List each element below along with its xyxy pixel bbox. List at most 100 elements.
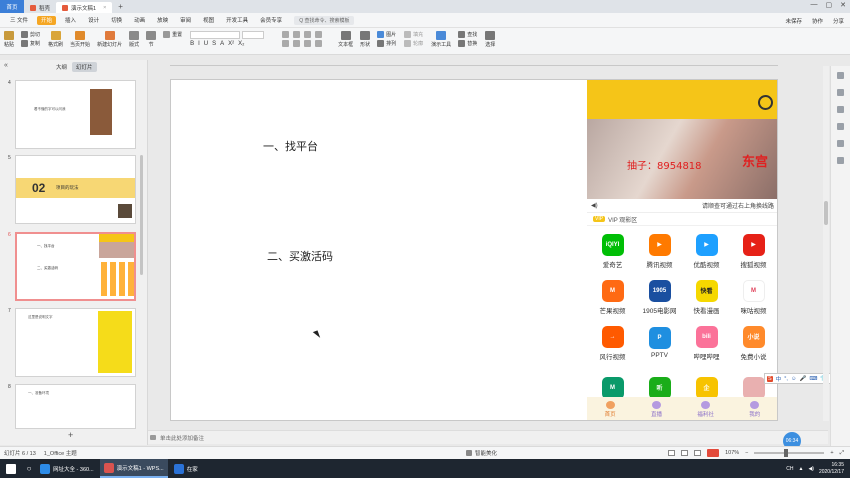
menu-tab-8[interactable]: 开发工具 [220, 13, 254, 28]
menu-tab-2[interactable]: 设计 [82, 13, 105, 28]
fill-button[interactable]: 填充 [404, 31, 423, 38]
phone-nav-item[interactable]: 直播 [651, 401, 662, 418]
lightbulb-icon[interactable] [837, 157, 844, 164]
justify-icon[interactable] [315, 40, 323, 47]
menu-tab-4[interactable]: 动画 [128, 13, 151, 28]
app-tile[interactable]: 小说 免费小说 [730, 320, 777, 366]
line-spacing-icon[interactable] [315, 31, 323, 38]
picture-button[interactable]: 图片 [377, 31, 396, 38]
menu-tab-7[interactable]: 视图 [197, 13, 220, 28]
menu-tab-5[interactable]: 放映 [151, 13, 174, 28]
app-tile[interactable]: ▶ 腾讯视频 [636, 228, 683, 274]
menu-tab-9[interactable]: 会员专享 [254, 13, 288, 28]
clock[interactable]: 16:35 2020/12/17 [819, 462, 844, 476]
play-from-current-button[interactable]: 当页开始 [70, 31, 90, 48]
tab-slides[interactable]: 幻灯片 [72, 62, 97, 72]
add-tab-button[interactable]: + [118, 2, 123, 11]
ime-item[interactable]: ☺ [791, 376, 797, 382]
sidebar-scrollbar[interactable] [140, 155, 143, 275]
network-icon[interactable]: ▲ [799, 466, 804, 472]
app-tile[interactable]: M 咪咕视频 [730, 274, 777, 320]
shape-style-icon[interactable] [837, 89, 844, 96]
taskbar-app[interactable]: 在家 [170, 459, 202, 478]
paste-button[interactable]: 粘贴 [4, 31, 14, 48]
underline-button[interactable]: U [204, 41, 208, 47]
phone-screenshot-image[interactable]: 抽子：8954818 东宫 ◀) 请顺查可通过右上角换线路 VIP VIP 观影… [587, 80, 777, 420]
arrange-button[interactable]: 排列 [377, 40, 396, 47]
font-family-select[interactable] [190, 31, 241, 39]
select-button[interactable]: 选择 [485, 31, 495, 48]
volume-icon[interactable]: ◀) [808, 466, 814, 472]
menu-tab-0[interactable]: 开始 [37, 15, 57, 25]
find-button[interactable]: 查找 [458, 31, 477, 38]
start-button[interactable] [0, 459, 22, 478]
slide-text-find-platform[interactable]: 一、找平台 [263, 138, 318, 154]
tab-outline[interactable]: 大纲 [52, 62, 71, 72]
slide-text-buy-code[interactable]: 二、买激活码 [267, 248, 333, 264]
layout-button[interactable]: 版式 [129, 31, 139, 48]
align-center-icon[interactable] [293, 40, 301, 47]
canvas-scrollbar[interactable] [823, 66, 829, 421]
zoom-slider[interactable] [754, 449, 825, 457]
tab-docer[interactable]: 稻壳 [24, 2, 56, 13]
textbox-button[interactable]: 文本框 [338, 31, 353, 48]
taskbar-app[interactable]: 演示文稿1 - WPS... [99, 459, 168, 478]
strikethrough-button[interactable]: S [212, 41, 216, 47]
tab-presentation1[interactable]: 演示文稿1 × [56, 2, 113, 13]
pointer-icon[interactable] [837, 72, 844, 79]
slideshow-button[interactable] [707, 449, 720, 457]
fit-window-icon[interactable]: ⤢ [840, 450, 844, 457]
search-icon[interactable]: ○ [22, 459, 36, 478]
ime-item[interactable]: °, [784, 376, 788, 382]
home-tab[interactable]: 首页 [0, 0, 24, 13]
app-tile[interactable]: 快看 快看漫画 [683, 274, 730, 320]
font-color-button[interactable]: A [220, 41, 224, 47]
font-size-select[interactable] [242, 31, 265, 39]
new-slide-button[interactable]: 新建幻灯片 [97, 31, 122, 48]
app-tile[interactable]: iQIYI 爱奇艺 [589, 228, 636, 274]
taskbar-app[interactable]: 网址大全 - 360... [36, 459, 98, 478]
collapse-sidebar-icon[interactable]: « [4, 62, 8, 69]
align-right-icon[interactable] [304, 40, 312, 47]
minimize-icon[interactable]: — [811, 1, 818, 9]
menu-file[interactable]: 三 文件 [4, 13, 34, 28]
copy-button[interactable]: 复制 [21, 40, 40, 47]
replace-button[interactable]: 替换 [458, 40, 477, 47]
zoom-slider-knob[interactable] [784, 449, 789, 457]
app-tile[interactable]: M 芒果视频 [589, 274, 636, 320]
phone-nav-item[interactable]: 福利社 [697, 401, 714, 418]
collaborate-button[interactable]: 协作 [812, 17, 823, 25]
cut-button[interactable]: 剪切 [21, 31, 40, 38]
subscript-button[interactable]: X₂ [238, 41, 244, 47]
share-button[interactable]: 分享 [833, 17, 844, 25]
app-tile[interactable]: → 风行视频 [589, 320, 636, 366]
bullets-icon[interactable] [282, 31, 290, 38]
menu-tab-3[interactable]: 切换 [105, 13, 128, 28]
animation-icon[interactable] [837, 140, 844, 147]
indent-icon[interactable] [304, 31, 312, 38]
add-slide-button[interactable]: + [68, 430, 73, 440]
phone-nav-item[interactable]: 首页 [605, 401, 616, 418]
app-tile[interactable]: 1905 1905电影网 [636, 274, 683, 320]
superscript-button[interactable]: X² [228, 41, 234, 47]
notes-pane[interactable]: 单击此处添加备注 [148, 430, 828, 444]
app-tile[interactable]: bili 哔哩哔哩 [683, 320, 730, 366]
close-window-icon[interactable]: ✕ [840, 1, 846, 9]
reset-button[interactable]: 重置 [163, 31, 182, 38]
phone-nav-item[interactable]: 我的 [749, 401, 760, 418]
unsaved-button[interactable]: 未保存 [785, 17, 802, 25]
zoom-in-button[interactable]: + [830, 450, 833, 456]
shape-button[interactable]: 形状 [360, 31, 370, 48]
app-tile[interactable]: ▶ 搜狐视频 [730, 228, 777, 274]
ime-item[interactable]: 中 [776, 375, 782, 383]
smart-beautify[interactable]: 智能美化 [466, 449, 497, 457]
app-tile[interactable]: P PPTV [636, 320, 683, 366]
ime-item[interactable]: ⌨ [809, 376, 817, 382]
ime-item[interactable]: 🎤 [800, 376, 807, 382]
italic-button[interactable]: I [198, 41, 200, 47]
maximize-icon[interactable]: ▢ [826, 1, 833, 9]
bold-button[interactable]: B [190, 41, 194, 47]
star-icon[interactable] [837, 123, 844, 130]
close-tab-icon[interactable]: × [103, 5, 106, 11]
presenter-tools-button[interactable]: 演示工具 [431, 31, 451, 48]
